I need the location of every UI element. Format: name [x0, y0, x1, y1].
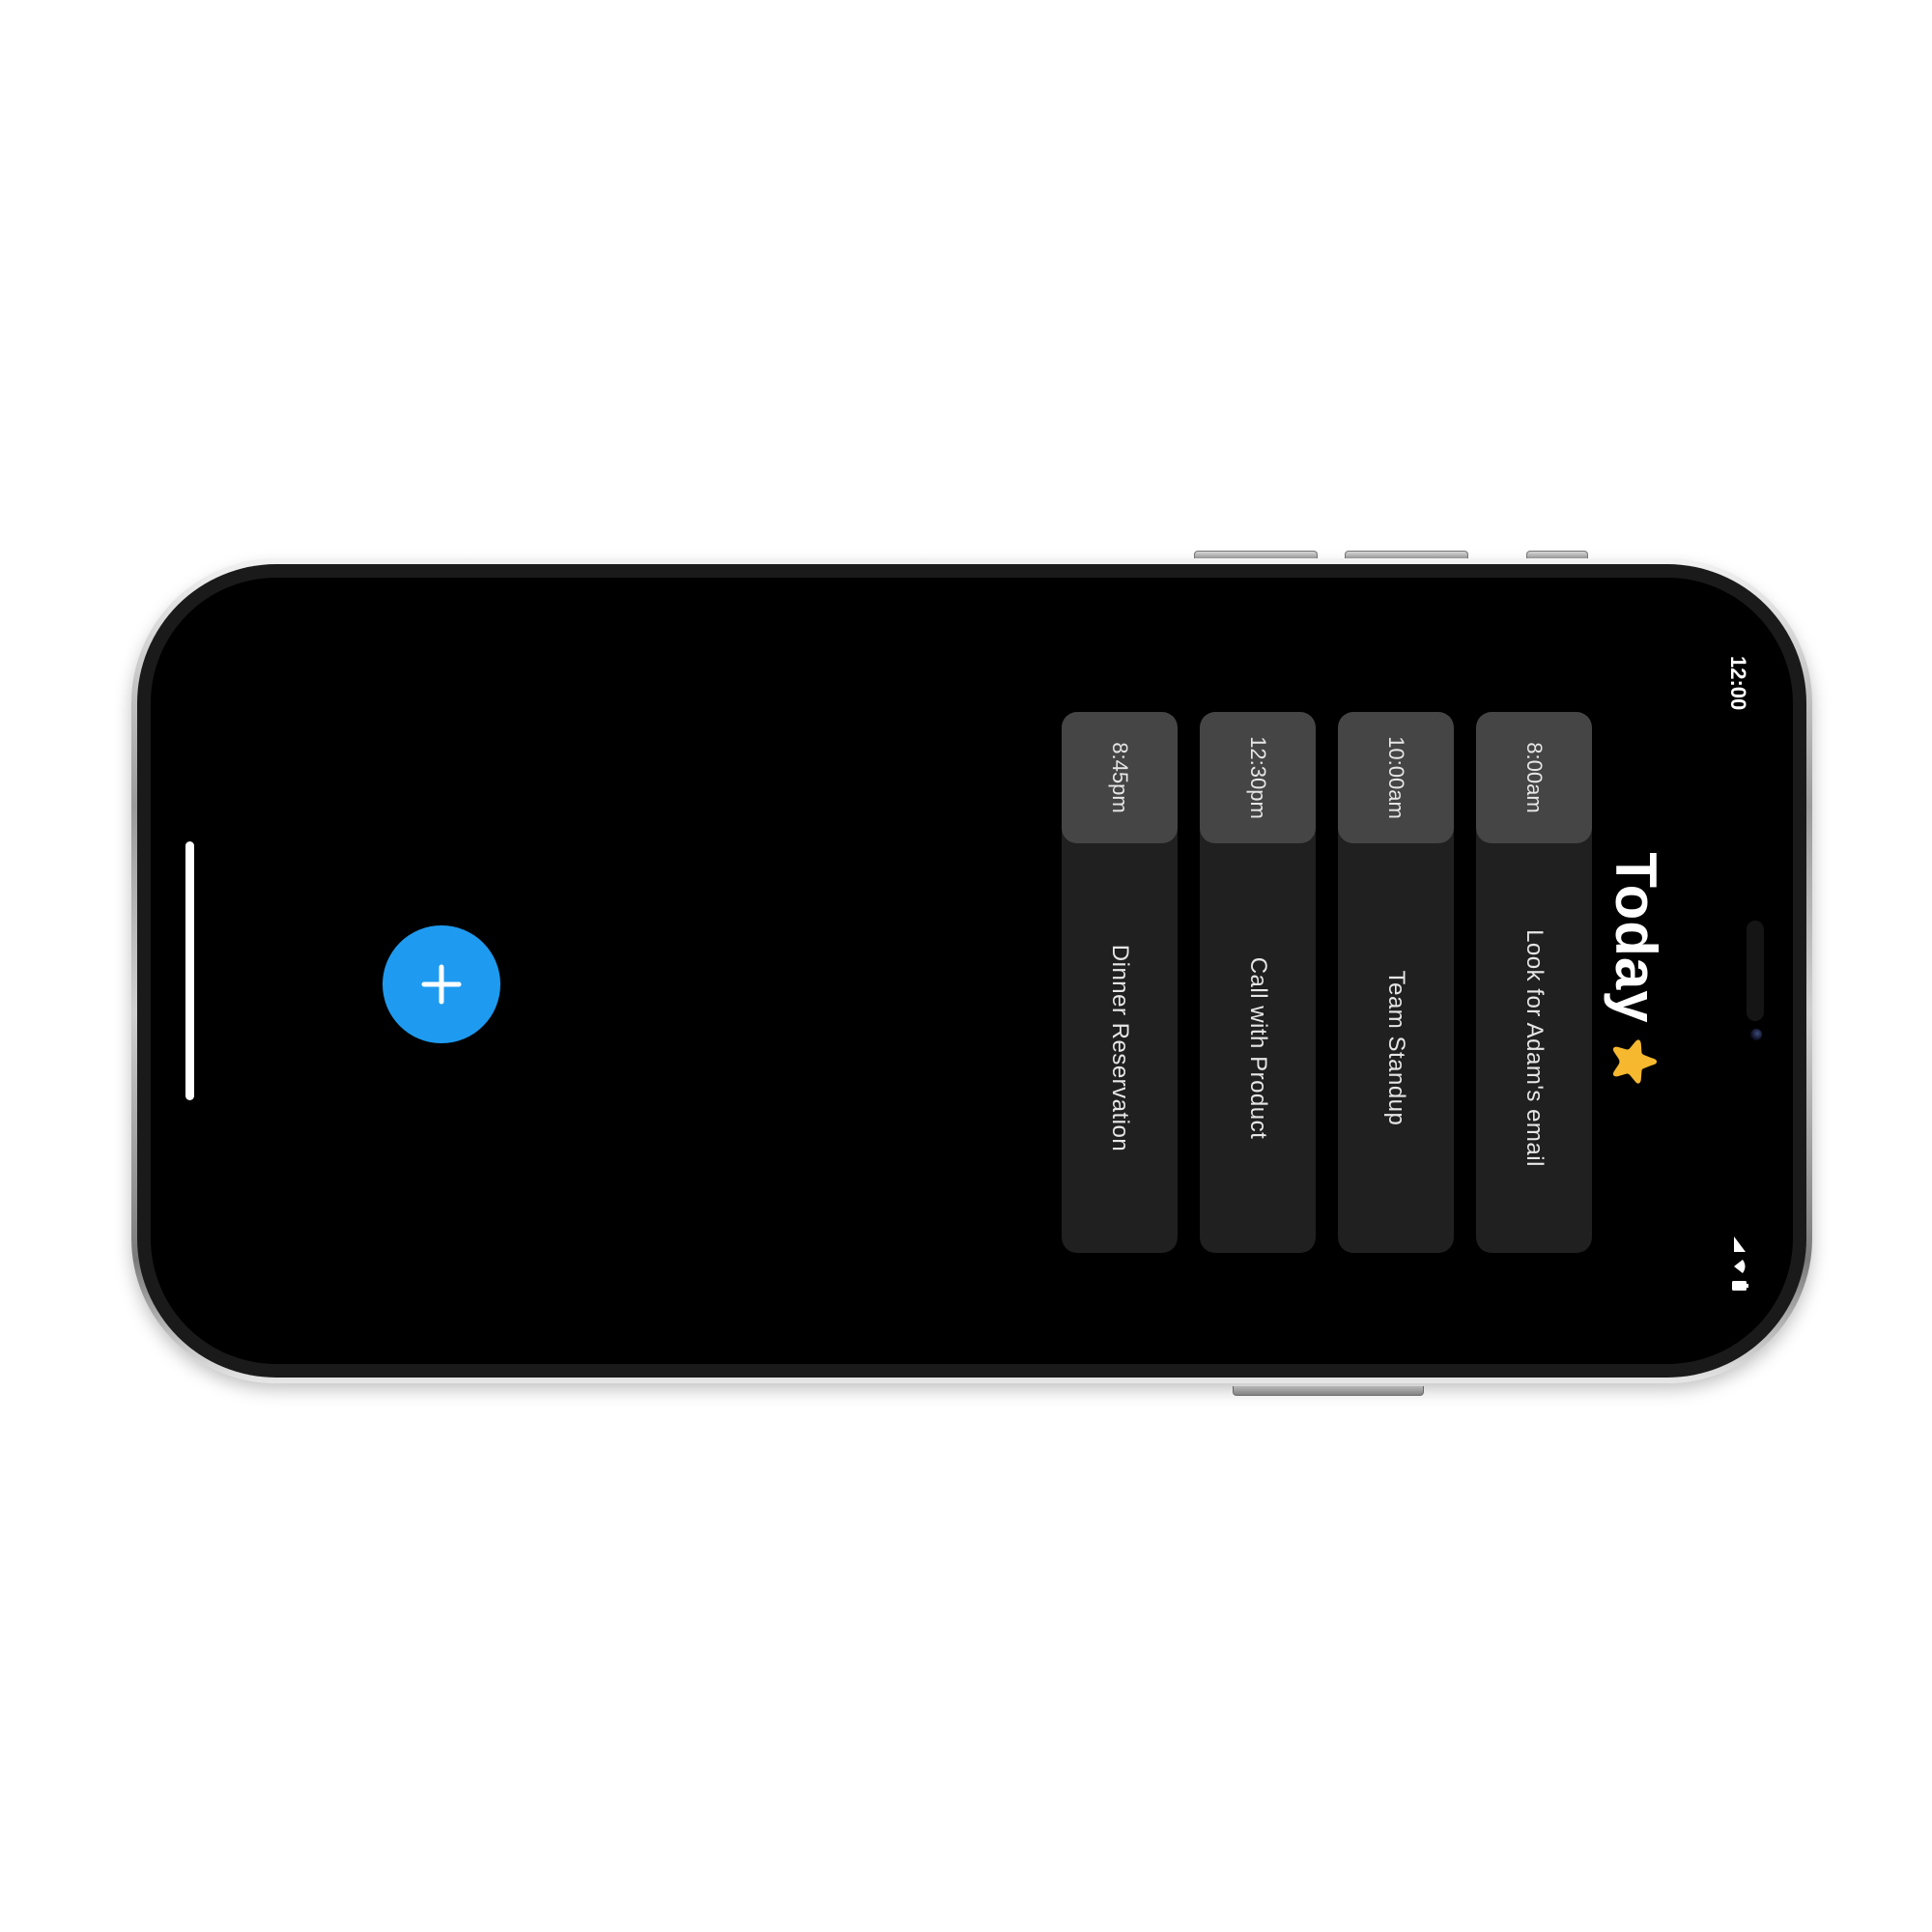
status-time: 12:00: [1726, 656, 1750, 711]
power-button[interactable]: [1233, 1386, 1424, 1396]
page-header: Today: [1603, 600, 1669, 1342]
status-icons: [1731, 1236, 1748, 1292]
item-time: 10:00am: [1338, 712, 1454, 843]
speaker-grille: [1747, 921, 1764, 1021]
star-icon: [1613, 1038, 1658, 1084]
phone-bezel: 12:00 Today 8:00am Look for Adam's email…: [137, 564, 1806, 1378]
phone-screen: 12:00 Today 8:00am Look for Adam's email…: [151, 578, 1793, 1364]
home-indicator[interactable]: [185, 841, 194, 1100]
front-camera: [1750, 1029, 1762, 1040]
app-viewport: 12:00 Today 8:00am Look for Adam's email…: [168, 600, 1776, 1342]
schedule-item[interactable]: 8:00am Look for Adam's email: [1476, 712, 1592, 1253]
item-time: 12:30pm: [1200, 712, 1316, 843]
item-time: 8:00am: [1476, 712, 1592, 843]
item-title: Team Standup: [1383, 970, 1409, 1126]
plus-icon: [421, 964, 462, 1005]
item-title: Call with Product: [1245, 956, 1271, 1140]
wifi-icon: [1734, 1260, 1746, 1273]
schedule-item[interactable]: 10:00am Team Standup: [1338, 712, 1454, 1253]
schedule-item[interactable]: 8:45pm Dinner Reservation: [1062, 712, 1178, 1253]
battery-icon: [1732, 1281, 1748, 1291]
item-time: 8:45pm: [1062, 712, 1178, 843]
schedule-list: 8:00am Look for Adam's email 10:00am Tea…: [1039, 712, 1592, 1253]
schedule-item[interactable]: 12:30pm Call with Product: [1200, 712, 1316, 1253]
phone-frame: 12:00 Today 8:00am Look for Adam's email…: [131, 558, 1812, 1383]
signal-icon: [1734, 1236, 1746, 1252]
page-title: Today: [1604, 852, 1668, 1024]
item-title: Dinner Reservation: [1107, 944, 1133, 1152]
item-title: Look for Adam's email: [1521, 929, 1548, 1167]
add-event-button[interactable]: [383, 925, 500, 1043]
